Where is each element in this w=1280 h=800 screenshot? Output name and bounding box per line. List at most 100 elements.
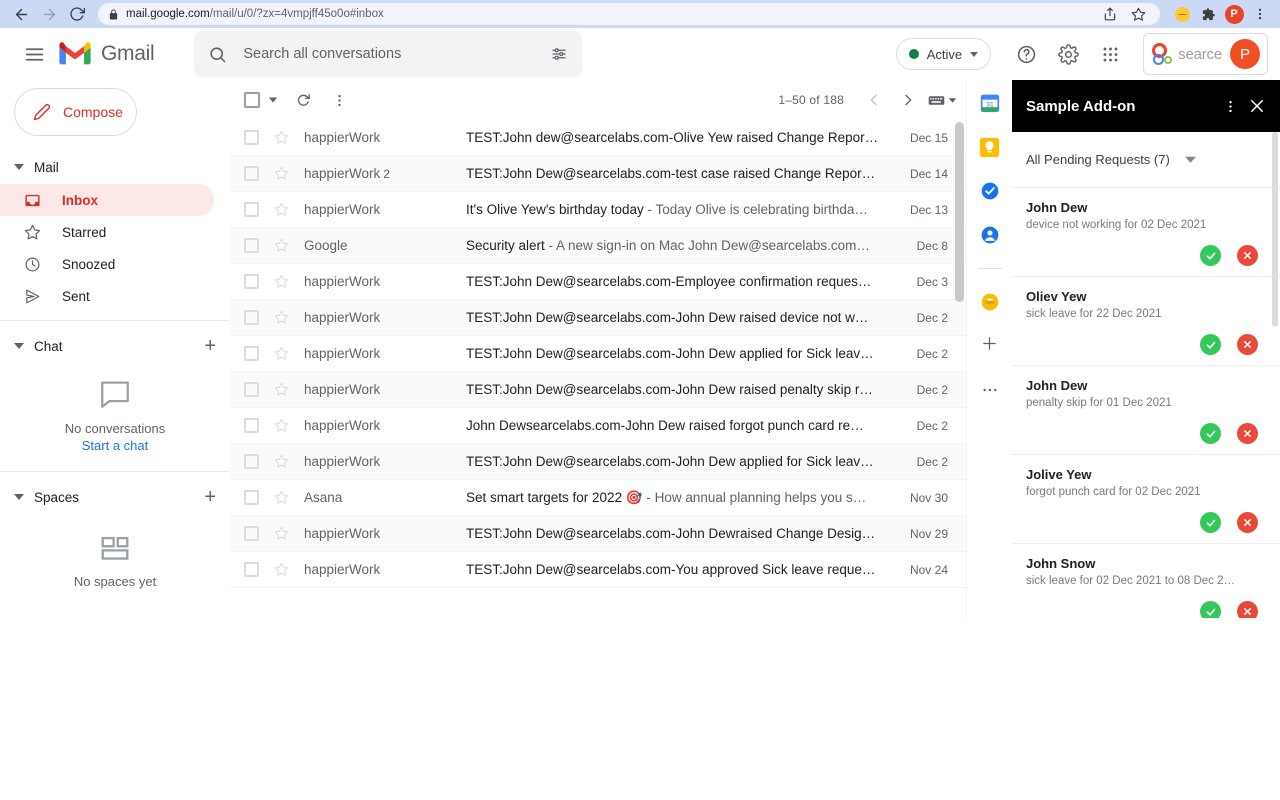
search-input[interactable] [243,46,535,62]
add-addon-icon[interactable] [981,335,998,356]
sidebar-section-chat[interactable]: Chat + [0,329,230,363]
table-row[interactable]: happierWork It's Olive Yew's birthday to… [230,192,966,228]
gear-icon[interactable] [1049,35,1087,73]
table-row[interactable]: happierWork TEST:John Dew@searcelabs.com… [230,372,966,408]
table-row[interactable]: happierWork TEST:John Dew@searcelabs.com… [230,444,966,480]
refresh-icon[interactable] [286,83,320,117]
table-row[interactable]: happierWork TEST:John Dew@searcelabs.com… [230,300,966,336]
row-checkbox[interactable] [244,382,274,397]
star-icon[interactable] [1126,2,1150,26]
star-icon[interactable] [274,418,304,433]
row-checkbox[interactable] [244,454,274,469]
start-a-chat-link[interactable]: Start a chat [0,438,230,453]
search-bar[interactable] [194,31,583,77]
select-all-checkbox[interactable] [244,92,260,108]
table-row[interactable]: Asana Set smart targets for 2022 🎯 - How… [230,480,966,516]
row-checkbox[interactable] [244,490,274,505]
star-icon[interactable] [274,274,304,289]
star-icon[interactable] [274,310,304,325]
addon-icon[interactable] [979,291,1001,313]
status-active-button[interactable]: Active [895,38,992,70]
google-keep-icon[interactable] [979,136,1001,158]
browser-profile-avatar[interactable]: P [1222,2,1246,26]
star-icon[interactable] [274,238,304,253]
gmail-logo[interactable]: Gmail [58,41,155,67]
sidebar-section-spaces[interactable]: Spaces + [0,480,230,514]
searce-account-badge[interactable]: searce P [1143,33,1268,75]
check-circle-icon[interactable] [1200,334,1221,355]
star-icon[interactable] [274,454,304,469]
more-addons-icon[interactable] [982,378,998,397]
mail-list-scrollbar[interactable] [955,122,964,302]
row-checkbox[interactable] [244,562,274,577]
puzzle-icon[interactable] [1196,2,1220,26]
row-checkbox[interactable] [244,310,274,325]
pending-requests-filter[interactable]: All Pending Requests (7) [1012,132,1280,188]
x-circle-icon[interactable] [1237,423,1258,444]
extension-coin-icon[interactable] [1170,2,1194,26]
compose-button[interactable]: Compose [14,88,137,136]
help-icon[interactable] [1007,35,1045,73]
check-circle-icon[interactable] [1200,245,1221,266]
row-checkbox[interactable] [244,526,274,541]
table-row[interactable]: happierWork TEST:John Dew@searcelabs.com… [230,336,966,372]
sidebar-item-snoozed[interactable]: Snoozed [0,248,214,280]
x-circle-icon[interactable] [1237,245,1258,266]
avatar[interactable]: P [1230,39,1260,69]
search-options-icon[interactable] [550,45,568,63]
row-checkbox[interactable] [244,130,274,145]
add-chat-button[interactable]: + [204,336,216,356]
row-checkbox[interactable] [244,166,274,181]
x-circle-icon[interactable] [1237,512,1258,533]
check-circle-icon[interactable] [1200,512,1221,533]
star-icon[interactable] [274,202,304,217]
star-icon[interactable] [274,166,304,181]
google-contacts-icon[interactable] [979,224,1001,246]
close-icon[interactable] [1248,97,1266,115]
three-dot-menu-icon[interactable] [1248,2,1272,26]
google-tasks-icon[interactable] [979,180,1001,202]
google-calendar-icon[interactable]: 31 [979,92,1001,114]
check-circle-icon[interactable] [1200,423,1221,444]
keyboard-icon[interactable] [926,84,958,116]
star-icon[interactable] [274,130,304,145]
star-icon[interactable] [274,346,304,361]
x-circle-icon[interactable] [1237,334,1258,355]
add-space-button[interactable]: + [204,487,216,507]
reload-icon[interactable] [64,1,90,27]
row-checkbox[interactable] [244,238,274,253]
table-row[interactable]: happierWork John Dewsearcelabs.com-John … [230,408,966,444]
star-icon[interactable] [274,490,304,505]
address-bar[interactable]: mail.google.com/mail/u/0/?zx=4vmpjff45o0… [98,3,1160,25]
select-dropdown-icon[interactable] [262,83,284,117]
row-checkbox[interactable] [244,202,274,217]
check-circle-icon[interactable] [1200,601,1221,618]
table-row[interactable]: happierWork TEST:John Dew@searcelabs.com… [230,264,966,300]
table-row[interactable]: Google Security alert - A new sign-in on… [230,228,966,264]
row-checkbox[interactable] [244,274,274,289]
chevron-right-icon[interactable] [892,84,924,116]
hamburger-menu-icon[interactable] [14,34,54,74]
sidebar-item-sent[interactable]: Sent [0,280,214,312]
apps-grid-icon[interactable] [1091,35,1129,73]
table-row[interactable]: happierWork 2 TEST:John Dew@searcelabs.co… [230,156,966,192]
chevron-left-icon[interactable] [858,84,890,116]
row-checkbox[interactable] [244,418,274,433]
more-options-icon[interactable] [322,83,356,117]
sidebar-section-mail[interactable]: Mail [0,150,230,184]
three-dot-menu-icon[interactable] [1223,99,1238,114]
sidebar-item-inbox[interactable]: Inbox [0,184,214,216]
x-circle-icon[interactable] [1237,601,1258,618]
addon-scrollbar[interactable] [1272,132,1278,327]
star-icon[interactable] [274,526,304,541]
share-icon[interactable] [1098,2,1122,26]
table-row[interactable]: happierWork TEST:John Dew@searcelabs.com… [230,516,966,552]
table-row[interactable]: happierWork TEST:John dew@searcelabs.com… [230,120,966,156]
star-icon[interactable] [274,562,304,577]
forward-arrow-icon[interactable] [36,1,62,27]
row-checkbox[interactable] [244,346,274,361]
star-icon[interactable] [274,382,304,397]
table-row[interactable]: happierWork TEST:John Dew@searcelabs.com… [230,552,966,588]
sidebar-item-starred[interactable]: Starred [0,216,214,248]
back-arrow-icon[interactable] [8,1,34,27]
